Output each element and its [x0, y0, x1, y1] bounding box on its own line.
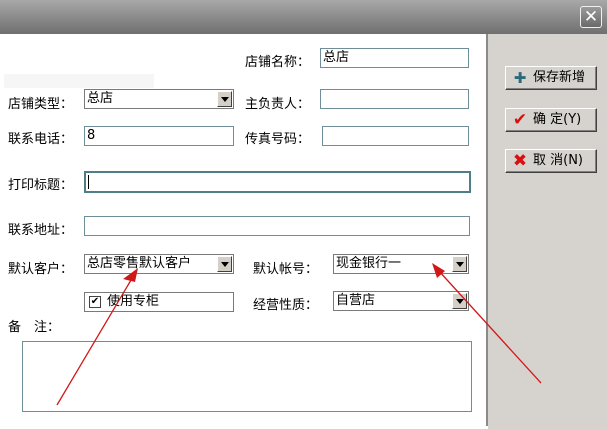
annotation-arrow-customer — [56, 274, 135, 406]
arrowhead-icon — [123, 268, 138, 282]
annotation-arrows — [56, 263, 542, 406]
annotation-arrow-account — [437, 269, 542, 384]
store-dialog: ✕ 店铺名称： 总店 店铺类型： 总店 主负责人： 联系电话： 8 传真号码： … — [0, 0, 607, 429]
